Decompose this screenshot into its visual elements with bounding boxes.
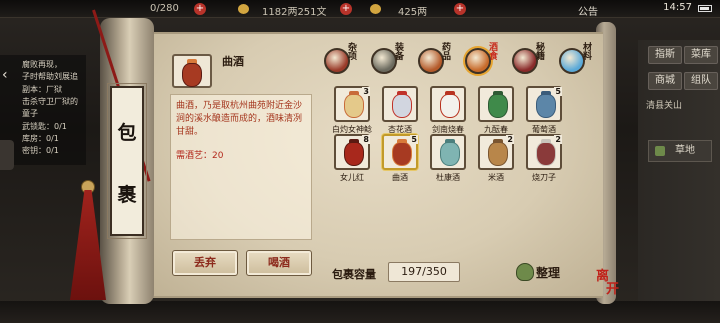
item-name: 烧刀子 <box>532 173 556 182</box>
team-button[interactable]: 组队 <box>684 72 718 90</box>
drink-button[interactable]: 喝酒 <box>246 250 312 276</box>
inventory-item[interactable]: 2 烧刀子 <box>522 134 566 184</box>
tab-material[interactable]: 材料 <box>557 44 593 78</box>
bottom-strip <box>0 301 720 323</box>
inventory-item[interactable]: 杏花酒 <box>378 86 422 136</box>
menu-button-2[interactable]: 菜库 <box>684 46 718 64</box>
tab-medicine[interactable]: 药品 <box>416 44 452 78</box>
item-icon-body <box>536 142 556 166</box>
scroll-title-char: 包 <box>117 122 137 144</box>
item-icon-body <box>536 94 556 118</box>
capacity-label: 包裹容量 <box>332 268 376 281</box>
notice-button[interactable]: 公告 <box>578 3 598 18</box>
battery-icon <box>698 5 712 12</box>
top-status-bar: 0/280 + 1182两251文 + 425两 + <box>0 0 720 18</box>
quest-line: 击杀守卫厂狱的 <box>22 97 78 106</box>
sort-label: 整理 <box>536 266 561 280</box>
discard-button[interactable]: 丢弃 <box>172 250 238 276</box>
add-gold-icon[interactable]: + <box>454 3 466 15</box>
item-grid: 3 白灼女神鲶 杏花酒 剑南烧春 九酝春 5 葡萄酒 8 女儿红 5 曲酒 杜康酒 2 米酒 2 烧刀子 <box>320 80 598 245</box>
item-count: 2 <box>554 135 562 144</box>
misc-icon <box>324 48 350 74</box>
item-requirement: 需酒艺：20 <box>176 151 224 161</box>
tab-wine-food[interactable]: 酒食 <box>463 44 499 78</box>
map-area-button[interactable]: 草地 <box>648 140 712 162</box>
equipment-icon <box>371 48 397 74</box>
inventory-item[interactable]: 3 白灼女神鲶 <box>330 86 374 136</box>
location-name: 清县关山 <box>646 101 683 111</box>
inventory-item[interactable]: 剑南烧春 <box>426 86 470 136</box>
inventory-item[interactable]: 九酝春 <box>474 86 518 136</box>
quest-line: 腐败再现， <box>22 60 62 69</box>
tab-equipment[interactable]: 装备 <box>369 44 405 78</box>
top-stat-1: 0/280 <box>150 3 179 14</box>
add-currency-icon[interactable]: + <box>340 3 352 15</box>
item-icon-body <box>488 94 508 118</box>
capacity-value: 197/350 <box>388 262 460 282</box>
side-tab-icon[interactable] <box>0 140 14 170</box>
item-slot <box>430 86 466 122</box>
medicine-icon <box>418 48 444 74</box>
item-icon-body <box>344 142 364 166</box>
wine-jar-body <box>182 63 202 87</box>
tab-label: 酒食 <box>489 43 499 62</box>
quest-line: 密钥：0/1 <box>22 146 59 155</box>
tab-book[interactable]: 秘籍 <box>510 44 546 78</box>
item-slot <box>382 86 418 122</box>
bag-icon <box>516 263 534 281</box>
item-icon-body <box>488 142 508 166</box>
tab-label: 秘籍 <box>536 43 546 62</box>
item-icon-body <box>440 142 460 166</box>
item-slot <box>430 134 466 170</box>
quest-line: 童子 <box>22 109 38 118</box>
tab-label: 药品 <box>442 43 452 62</box>
quest-line: 副本：厂狱 <box>22 85 62 94</box>
top-currency-2: 425两 <box>398 7 428 18</box>
item-icon-body <box>392 94 412 118</box>
item-count: 5 <box>554 87 562 96</box>
tab-misc[interactable]: 杂项 <box>322 44 358 78</box>
ingot-icon <box>370 4 381 14</box>
scroll-title-char: 裹 <box>117 184 137 206</box>
item-count: 8 <box>362 135 370 144</box>
shop-button[interactable]: 商城 <box>648 72 682 90</box>
selected-item-name: 曲酒 <box>222 55 244 68</box>
wine-food-icon <box>465 48 491 74</box>
inventory-item[interactable]: 5 葡萄酒 <box>522 86 566 136</box>
inventory-item[interactable]: 5 曲酒 <box>378 134 422 184</box>
inventory-item[interactable]: 2 米酒 <box>474 134 518 184</box>
item-icon-body <box>440 94 460 118</box>
item-count: 2 <box>506 135 514 144</box>
close-seal-button[interactable]: 离 开 <box>596 270 624 298</box>
add-stat-icon[interactable]: + <box>194 3 206 15</box>
quest-line: 子时帮助刘展追 <box>22 72 78 81</box>
inventory-item[interactable]: 杜康酒 <box>426 134 470 184</box>
item-icon-body <box>344 94 364 118</box>
top-currency-1: 1182两251文 <box>262 7 327 18</box>
item-count: 5 <box>410 135 418 144</box>
item-slot <box>478 86 514 122</box>
tab-label: 杂项 <box>348 43 358 62</box>
seal-char: 开 <box>606 282 620 297</box>
tab-label: 装备 <box>395 43 405 62</box>
clock: 14:57 <box>663 2 692 13</box>
menu-button-1[interactable]: 指斯 <box>648 46 682 64</box>
item-description: 曲酒，乃是取杭州曲苑附近金沙涧的溪水酿造而成的，酒味清冽甘甜。 <box>176 101 303 137</box>
inventory-item[interactable]: 8 女儿红 <box>330 134 374 184</box>
sort-button[interactable]: 整理 <box>512 260 570 284</box>
item-count: 3 <box>362 87 370 96</box>
item-icon-body <box>392 142 412 166</box>
tab-label: 材料 <box>583 43 593 62</box>
book-icon <box>512 48 538 74</box>
map-area-label: 草地 <box>675 145 695 156</box>
quest-line: 武锁匙：0/1 <box>22 122 67 131</box>
material-icon <box>559 48 585 74</box>
grass-icon <box>655 146 665 156</box>
coin-icon <box>238 4 249 14</box>
collapse-arrow-icon[interactable]: ‹ <box>2 67 16 87</box>
selected-item-icon-frame <box>172 54 212 88</box>
quest-line: 库房：0/1 <box>22 134 59 143</box>
scroll-title-plate: 包 裹 <box>107 83 147 239</box>
